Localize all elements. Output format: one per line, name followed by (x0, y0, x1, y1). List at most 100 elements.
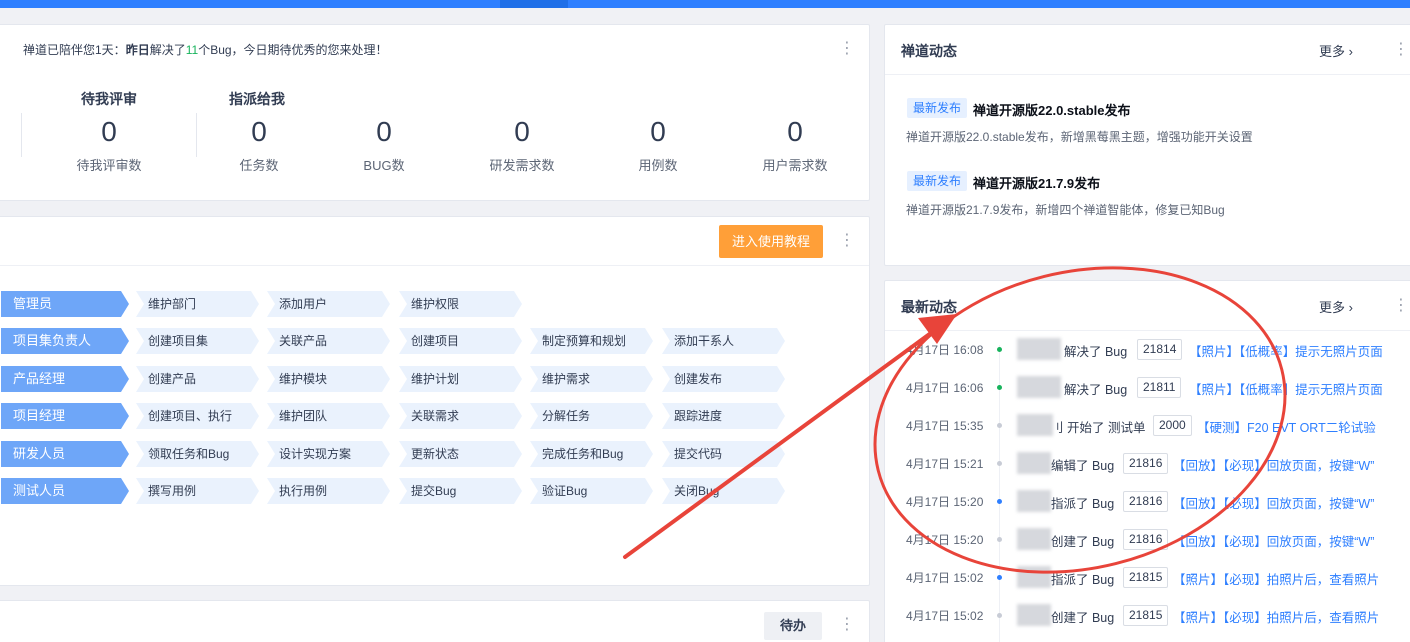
welcome-suffix: 个Bug，今日期待优秀的您来处理！ (198, 43, 388, 57)
divider (21, 113, 22, 157)
activity-action: 刂 开始了 测试单 (1051, 421, 1146, 435)
timeline-dot (997, 537, 1002, 542)
activity-object-id: 2000 (1153, 415, 1192, 436)
activity-action: 编辑了 Bug (1051, 459, 1115, 473)
news-title: 禅道动态 (901, 43, 957, 59)
flow-step[interactable]: 跟踪进度 (662, 403, 785, 429)
role-project-manager[interactable]: 项目经理 (1, 403, 129, 429)
flow-step[interactable]: 设计实现方案 (267, 441, 390, 467)
activity-action: 指派了 Bug (1051, 497, 1115, 511)
more-icon[interactable]: ⋮ (1393, 42, 1409, 58)
more-icon[interactable]: ⋮ (839, 41, 855, 57)
activity-object-title[interactable]: 【照片】【必现】拍照片后，查看照片 (1173, 607, 1379, 626)
activity-object-title[interactable]: 【回放】【必现】回放页面，按键“W” (1173, 493, 1374, 512)
flow-step[interactable]: 提交Bug (399, 478, 522, 504)
flow-step[interactable]: 创建项目、执行 (136, 403, 259, 429)
flow-step[interactable]: 领取任务和Bug (136, 441, 259, 467)
timeline-dot (997, 499, 1002, 504)
role-admin[interactable]: 管理员 (1, 291, 129, 317)
timeline-dot (997, 575, 1002, 580)
stat-cases[interactable]: 0 用例数 (588, 113, 728, 174)
flow-step[interactable]: 关联需求 (399, 403, 522, 429)
flow-step[interactable]: 创建发布 (662, 366, 785, 392)
flow-step[interactable]: 维护模块 (267, 366, 390, 392)
flow-step[interactable]: 维护权限 (399, 291, 522, 317)
role-program-owner[interactable]: 项目集负责人 (1, 328, 129, 354)
stat-value: 0 (787, 116, 803, 147)
activity-object-id: 21815 (1123, 567, 1169, 588)
activity-object-title[interactable]: 【硬测】F20 EVT ORT二轮试验 (1197, 417, 1376, 436)
activity-row: 4月17日 15:21 编辑了 Bug 21816 【回放】【必现】回放页面，按… (885, 452, 1410, 474)
flow-step[interactable]: 分解任务 (530, 403, 653, 429)
flow-step[interactable]: 关闭Bug (662, 478, 785, 504)
activity-object-title[interactable]: 【回放】【必现】回放页面，按键“W” (1173, 531, 1374, 550)
flow-step[interactable]: 提交代码 (662, 441, 785, 467)
flow-step[interactable]: 完成任务和Bug (530, 441, 653, 467)
activity-object-id: 21816 (1123, 491, 1169, 512)
flow-step[interactable]: 执行用例 (267, 478, 390, 504)
more-label: 更多 (1319, 44, 1346, 59)
divider (885, 74, 1410, 75)
flow-step[interactable]: 添加用户 (267, 291, 390, 317)
more-icon[interactable]: ⋮ (839, 617, 855, 633)
welcome-prefix: 禅道已陪伴您1天： (23, 43, 126, 57)
role-developer[interactable]: 研发人员 (1, 441, 129, 467)
activity-object-title[interactable]: 【照片】【低概率】提示无照片页面 (1189, 379, 1383, 398)
blurred-user-name (1017, 566, 1051, 588)
blurred-user-name (1017, 452, 1051, 474)
activity-time: 4月17日 16:06 (906, 381, 984, 395)
flow-step[interactable]: 创建产品 (136, 366, 259, 392)
flow-step[interactable]: 创建项目集 (136, 328, 259, 354)
flow-step[interactable]: 验证Bug (530, 478, 653, 504)
activity-object-id: 21811 (1137, 377, 1182, 398)
stat-bugs[interactable]: 0 BUG数 (314, 113, 454, 174)
latest-activity-block: 最新动态 更多 › ⋮ 4月17日 16:08 解决了 Bug 21814 【照… (884, 280, 1410, 642)
flow-step[interactable]: 添加干系人 (662, 328, 785, 354)
activity-object-title[interactable]: 【照片】【低概率】提示无照片页面 (1189, 341, 1383, 360)
news-tag: 最新发布 (907, 171, 967, 191)
flow-step[interactable]: 维护需求 (530, 366, 653, 392)
more-icon[interactable]: ⋮ (839, 233, 855, 249)
stat-label: 待我评审数 (76, 158, 142, 173)
stat-label: 研发需求数 (489, 158, 555, 173)
news-item-title[interactable]: 禅道开源版21.7.9发布 (973, 173, 1100, 192)
welcome-mid: 解决了 (149, 43, 186, 57)
todo-tab[interactable]: 待办 (764, 612, 822, 640)
divider (0, 265, 869, 266)
flow-step[interactable]: 撰写用例 (136, 478, 259, 504)
stat-requirements[interactable]: 0 用户需求数 (725, 113, 865, 174)
activity-row: 4月17日 16:06 解决了 Bug 21811 【照片】【低概率】提示无照片… (885, 376, 1410, 398)
activity-row: 4月17日 15:20 创建了 Bug 21816 【回放】【必现】回放页面，按… (885, 528, 1410, 550)
more-icon[interactable]: ⋮ (1393, 298, 1409, 314)
activity-time: 4月17日 15:20 (906, 495, 984, 509)
role-product-manager[interactable]: 产品经理 (1, 366, 129, 392)
news-item-title[interactable]: 禅道开源版22.0.stable发布 (973, 100, 1131, 119)
top-nav-bar (0, 0, 1410, 8)
stat-stories[interactable]: 0 研发需求数 (452, 113, 592, 174)
flow-step[interactable]: 维护团队 (267, 403, 390, 429)
activity-action: 指派了 Bug (1051, 573, 1115, 587)
news-more-link[interactable]: 更多 › (1319, 41, 1353, 60)
flow-step[interactable]: 维护部门 (136, 291, 259, 317)
role-tester[interactable]: 测试人员 (1, 478, 129, 504)
activity-action: 创建了 Bug (1051, 535, 1115, 549)
stat-review[interactable]: 0 待我评审数 (39, 113, 179, 174)
flow-step[interactable]: 制定预算和规划 (530, 328, 653, 354)
stat-tasks[interactable]: 0 任务数 (189, 113, 329, 174)
news-item-desc: 禅道开源版22.0.stable发布，新增黑莓黑主题，增强功能开关设置 (906, 130, 1253, 144)
activity-object-id: 21816 (1123, 529, 1169, 550)
stat-label: BUG数 (363, 158, 405, 173)
activity-more-link[interactable]: 更多 › (1319, 297, 1353, 316)
flow-step[interactable]: 维护计划 (399, 366, 522, 392)
tutorial-button[interactable]: 进入使用教程 (719, 225, 823, 258)
active-nav-tab[interactable] (500, 0, 568, 8)
activity-action: 解决了 Bug (1064, 383, 1128, 397)
activity-object-title[interactable]: 【照片】【必现】拍照片后，查看照片 (1173, 569, 1379, 588)
activity-object-title[interactable]: 【回放】【必现】回放页面，按键“W” (1173, 455, 1374, 474)
flow-step[interactable]: 关联产品 (267, 328, 390, 354)
divider (885, 330, 1410, 331)
flow-step[interactable]: 创建项目 (399, 328, 522, 354)
flow-step[interactable]: 更新状态 (399, 441, 522, 467)
zentao-news-block: 禅道动态 更多 › ⋮ 最新发布 禅道开源版22.0.stable发布 禅道开源… (884, 24, 1410, 266)
timeline-dot (997, 347, 1002, 352)
